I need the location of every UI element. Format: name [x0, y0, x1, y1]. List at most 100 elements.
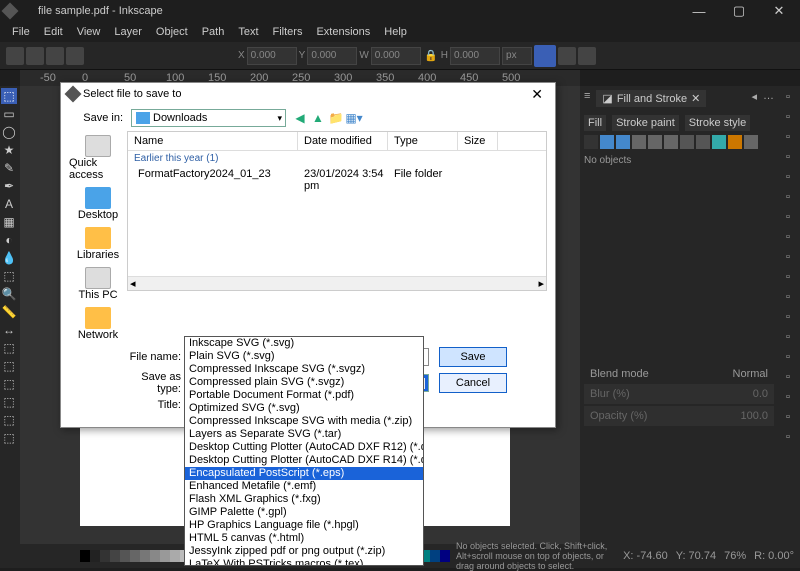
swatch[interactable]	[664, 135, 678, 149]
palette-color[interactable]	[100, 550, 110, 562]
toolbar-icon[interactable]	[578, 47, 596, 65]
tool-7[interactable]: ▦	[1, 214, 17, 230]
place-network[interactable]: Network	[78, 307, 118, 341]
filetype-option[interactable]: Flash XML Graphics (*.fxg)	[185, 493, 423, 506]
up-icon[interactable]: ▲	[310, 110, 326, 126]
filetype-option[interactable]: GIMP Palette (*.gpl)	[185, 506, 423, 519]
filetype-option[interactable]: Enhanced Metafile (*.emf)	[185, 480, 423, 493]
tool-10[interactable]: ⬚	[1, 268, 17, 284]
palette-color[interactable]	[430, 550, 440, 562]
status-rotation[interactable]: R: 0.00°	[754, 550, 794, 562]
palette-color[interactable]	[170, 550, 180, 562]
y-input[interactable]	[307, 47, 357, 65]
rtool-1[interactable]: ▫	[779, 108, 797, 126]
rtool-4[interactable]: ▫	[779, 168, 797, 186]
filetype-option[interactable]: JessyInk zipped pdf or png output (*.zip…	[185, 545, 423, 558]
tool-8[interactable]: ◐	[1, 232, 17, 248]
menu-text[interactable]: Text	[232, 24, 264, 40]
rtool-6[interactable]: ▫	[779, 208, 797, 226]
filetype-option[interactable]: Desktop Cutting Plotter (AutoCAD DXF R14…	[185, 454, 423, 467]
toolbar-icon[interactable]	[46, 47, 64, 65]
menu-edit[interactable]: Edit	[38, 24, 69, 40]
tool-16[interactable]: ⬚	[1, 376, 17, 392]
toolbar-icon[interactable]	[26, 47, 44, 65]
subtab-2[interactable]: Stroke style	[685, 115, 750, 131]
file-list[interactable]: NameDate modifiedTypeSize Earlier this y…	[127, 131, 547, 291]
fill-history-icon[interactable]: ≡	[584, 90, 590, 111]
rtool-2[interactable]: ▫	[779, 128, 797, 146]
swatch[interactable]	[744, 135, 758, 149]
dock-menu-icon[interactable]: ◂	[751, 90, 757, 111]
minimize-button[interactable]: —	[682, 0, 716, 22]
new-folder-icon[interactable]: 📁	[328, 110, 344, 126]
filetype-option[interactable]: Compressed Inkscape SVG (*.svgz)	[185, 363, 423, 376]
column-header[interactable]: Date modified	[298, 132, 388, 150]
subtab-0[interactable]: Fill	[584, 115, 606, 131]
x-input[interactable]	[247, 47, 297, 65]
tool-12[interactable]: 📏	[1, 304, 17, 320]
tool-3[interactable]: ★	[1, 142, 17, 158]
swatch[interactable]	[616, 135, 630, 149]
save-type-dropdown[interactable]: Inkscape SVG (*.svg)Plain SVG (*.svg)Com…	[184, 336, 424, 566]
tool-17[interactable]: ⬚	[1, 394, 17, 410]
toolbar-button[interactable]	[534, 45, 556, 67]
rtool-17[interactable]: ▫	[779, 428, 797, 446]
toolbar-icon[interactable]	[66, 47, 84, 65]
maximize-button[interactable]: ▢	[722, 0, 756, 22]
column-header[interactable]: Name	[128, 132, 298, 150]
status-zoom[interactable]: 76%	[724, 550, 746, 562]
dock-menu-icon[interactable]: …	[763, 90, 774, 111]
view-menu-icon[interactable]: ▦▾	[346, 110, 362, 126]
swatch[interactable]	[600, 135, 614, 149]
menu-path[interactable]: Path	[196, 24, 231, 40]
place-desktop[interactable]: Desktop	[78, 187, 118, 221]
savein-combo[interactable]: Downloads ▾	[131, 109, 286, 127]
rtool-15[interactable]: ▫	[779, 388, 797, 406]
column-header[interactable]: Size	[458, 132, 498, 150]
tool-6[interactable]: A	[1, 196, 17, 212]
filetype-option[interactable]: Plain SVG (*.svg)	[185, 350, 423, 363]
filetype-option[interactable]: Desktop Cutting Plotter (AutoCAD DXF R12…	[185, 441, 423, 454]
filetype-option[interactable]: Layers as Separate SVG (*.tar)	[185, 428, 423, 441]
unit-select[interactable]	[502, 47, 532, 65]
swatch[interactable]	[712, 135, 726, 149]
file-row[interactable]: FormatFactory2024_01_23 23/01/2024 3:54 …	[128, 166, 546, 194]
rtool-5[interactable]: ▫	[779, 188, 797, 206]
toolbar-icon[interactable]	[6, 47, 24, 65]
swatch[interactable]	[680, 135, 694, 149]
tool-13[interactable]: ↔	[1, 322, 17, 338]
menu-help[interactable]: Help	[378, 24, 413, 40]
palette-color[interactable]	[130, 550, 140, 562]
menu-extensions[interactable]: Extensions	[310, 24, 376, 40]
menu-layer[interactable]: Layer	[108, 24, 148, 40]
filetype-option[interactable]: Compressed Inkscape SVG with media (*.zi…	[185, 415, 423, 428]
tool-9[interactable]: 💧	[1, 250, 17, 266]
tool-19[interactable]: ⬚	[1, 430, 17, 446]
palette-color[interactable]	[110, 550, 120, 562]
rtool-7[interactable]: ▫	[779, 228, 797, 246]
tool-5[interactable]: ✒	[1, 178, 17, 194]
rtool-16[interactable]: ▫	[779, 408, 797, 426]
rtool-9[interactable]: ▫	[779, 268, 797, 286]
palette-color[interactable]	[140, 550, 150, 562]
rtool-11[interactable]: ▫	[779, 308, 797, 326]
save-button[interactable]: Save	[439, 347, 507, 367]
filetype-option[interactable]: LaTeX With PSTricks macros (*.tex)	[185, 558, 423, 566]
palette-color[interactable]	[150, 550, 160, 562]
menu-file[interactable]: File	[6, 24, 36, 40]
palette-color[interactable]	[80, 550, 90, 562]
rtool-0[interactable]: ▫	[779, 88, 797, 106]
toolbar-icon[interactable]	[558, 47, 576, 65]
tool-2[interactable]: ◯	[1, 124, 17, 140]
menu-view[interactable]: View	[71, 24, 107, 40]
tool-11[interactable]: 🔍	[1, 286, 17, 302]
palette-color[interactable]	[440, 550, 450, 562]
close-button[interactable]: ✕	[762, 0, 796, 22]
tool-15[interactable]: ⬚	[1, 358, 17, 374]
filetype-option[interactable]: HP Graphics Language file (*.hpgl)	[185, 519, 423, 532]
tool-1[interactable]: ▭	[1, 106, 17, 122]
filetype-option[interactable]: Portable Document Format (*.pdf)	[185, 389, 423, 402]
tool-4[interactable]: ✎	[1, 160, 17, 176]
filetype-option[interactable]: Encapsulated PostScript (*.eps)	[185, 467, 423, 480]
swatch[interactable]	[584, 135, 598, 149]
